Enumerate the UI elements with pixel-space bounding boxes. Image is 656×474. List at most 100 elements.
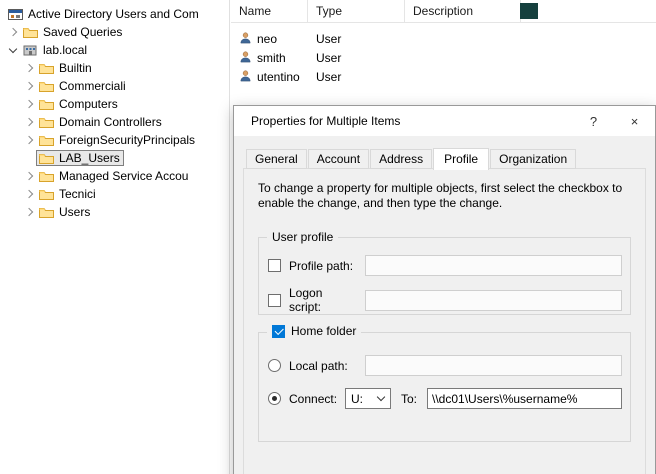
folder-icon <box>38 134 54 146</box>
tree-item-computers[interactable]: Computers <box>0 95 229 113</box>
aduc-window: Active Directory Users and Com Saved Que… <box>0 0 656 474</box>
connect-radio[interactable] <box>268 392 281 405</box>
connect-label: Connect: <box>289 392 337 406</box>
tree-item-commerciali[interactable]: Commerciali <box>0 77 229 95</box>
column-header-description[interactable]: Description <box>405 0 521 22</box>
properties-dialog: Properties for Multiple Items ? × Genera… <box>233 105 656 474</box>
tree-item-label: lab.local <box>43 43 87 57</box>
tree-item-label: Users <box>59 205 90 219</box>
folder-icon <box>38 116 54 128</box>
chevron-right-icon[interactable] <box>22 205 36 219</box>
profile-path-label: Profile path: <box>289 259 357 273</box>
tree-item-label: Managed Service Accou <box>59 169 188 183</box>
tree-item-users[interactable]: Users <box>0 203 229 221</box>
logon-script-label: Logon script: <box>289 286 357 314</box>
user-name: utentino <box>257 70 300 84</box>
tab-organization[interactable]: Organization <box>490 149 576 169</box>
local-path-input <box>365 355 622 376</box>
home-folder-checkbox[interactable] <box>272 325 285 338</box>
dialog-titlebar[interactable]: Properties for Multiple Items ? × <box>234 106 655 136</box>
help-button[interactable]: ? <box>573 106 614 136</box>
logon-script-checkbox[interactable] <box>268 294 281 307</box>
profile-path-input <box>365 255 622 276</box>
tree-item-saved-queries[interactable]: Saved Queries <box>0 23 229 41</box>
folder-icon <box>38 152 54 164</box>
local-path-row: Local path: <box>259 355 630 376</box>
user-icon <box>239 31 252 47</box>
profile-path-checkbox[interactable] <box>268 259 281 272</box>
object-list: Name Type Description neo User <box>231 0 656 104</box>
chevron-right-icon[interactable] <box>22 97 36 111</box>
dark-artifact <box>520 3 538 19</box>
local-path-radio[interactable] <box>268 359 281 372</box>
tree-item-managed-service-accounts[interactable]: Managed Service Accou <box>0 167 229 185</box>
column-header-label: Description <box>413 4 473 18</box>
tab-strip: General Account Address Profile Organiza… <box>246 148 577 169</box>
chevron-down-icon <box>378 395 385 402</box>
tree-item-label: Tecnici <box>59 187 96 201</box>
user-type: User <box>308 32 405 46</box>
tree-item-label: Domain Controllers <box>59 115 162 129</box>
list-item-utentino[interactable]: utentino User <box>231 67 656 86</box>
drive-letter-value: U: <box>351 392 363 406</box>
chevron-right-icon[interactable] <box>22 115 36 129</box>
chevron-right-icon[interactable] <box>22 61 36 75</box>
chevron-right-icon[interactable] <box>6 25 20 39</box>
tab-account[interactable]: Account <box>308 149 369 169</box>
list-item-smith[interactable]: smith User <box>231 48 656 67</box>
folder-icon <box>38 206 54 218</box>
chevron-right-icon[interactable] <box>22 169 36 183</box>
folder-icon <box>38 98 54 110</box>
tree-item-tecnici[interactable]: Tecnici <box>0 185 229 203</box>
directory-root-icon <box>7 8 23 21</box>
local-path-label: Local path: <box>289 359 357 373</box>
list-header: Name Type Description <box>231 0 656 23</box>
domain-icon <box>22 44 38 56</box>
home-folder-label: Home folder <box>291 324 356 338</box>
drive-letter-select[interactable]: U: <box>345 388 391 409</box>
chevron-right-icon[interactable] <box>22 79 36 93</box>
tree-item-label: LAB_Users <box>59 151 120 165</box>
user-type: User <box>308 70 405 84</box>
user-profile-group: User profile Profile path: Logon script: <box>258 237 631 315</box>
column-header-label: Type <box>316 4 342 18</box>
chevron-right-icon[interactable] <box>22 133 36 147</box>
tree-item-lab-users[interactable]: LAB_Users <box>0 149 229 167</box>
user-name: smith <box>257 51 286 65</box>
tree-item-foreign-security-principals[interactable]: ForeignSecurityPrincipals <box>0 131 229 149</box>
column-header-name[interactable]: Name <box>231 0 308 22</box>
folder-icon <box>38 62 54 74</box>
tree-item-builtin[interactable]: Builtin <box>0 59 229 77</box>
list-item-neo[interactable]: neo User <box>231 29 656 48</box>
home-folder-legend: Home folder <box>267 324 361 338</box>
column-header-label: Name <box>239 4 271 18</box>
page-description: To change a property for multiple object… <box>244 169 645 211</box>
tree-item-label: ForeignSecurityPrincipals <box>59 133 195 147</box>
tree-item-label: Builtin <box>59 61 92 75</box>
tab-general[interactable]: General <box>246 149 307 169</box>
profile-path-row: Profile path: <box>259 255 630 276</box>
tree-item-domain-controllers[interactable]: Domain Controllers <box>0 113 229 131</box>
home-folder-path-input[interactable] <box>427 388 622 409</box>
connect-row: Connect: U: To: <box>259 388 630 409</box>
tree-item-ad-root[interactable]: Active Directory Users and Com <box>0 5 229 23</box>
chevron-placeholder <box>22 151 36 165</box>
tree-item-label: Commerciali <box>59 79 126 93</box>
user-icon <box>239 50 252 66</box>
folder-icon <box>22 26 38 38</box>
tree-item-label: Saved Queries <box>43 25 122 39</box>
tab-address[interactable]: Address <box>370 149 432 169</box>
tree-item-lab-local[interactable]: lab.local <box>0 41 229 59</box>
chevron-right-icon[interactable] <box>22 187 36 201</box>
console-tree: Active Directory Users and Com Saved Que… <box>0 0 230 474</box>
user-icon <box>239 69 252 85</box>
column-header-type[interactable]: Type <box>308 0 405 22</box>
tree-item-label: Computers <box>59 97 118 111</box>
user-type: User <box>308 51 405 65</box>
tab-profile[interactable]: Profile <box>433 148 489 170</box>
close-button[interactable]: × <box>614 106 655 136</box>
chevron-down-icon[interactable] <box>6 43 20 57</box>
to-label: To: <box>401 392 417 406</box>
folder-icon <box>38 170 54 182</box>
folder-icon <box>38 188 54 200</box>
